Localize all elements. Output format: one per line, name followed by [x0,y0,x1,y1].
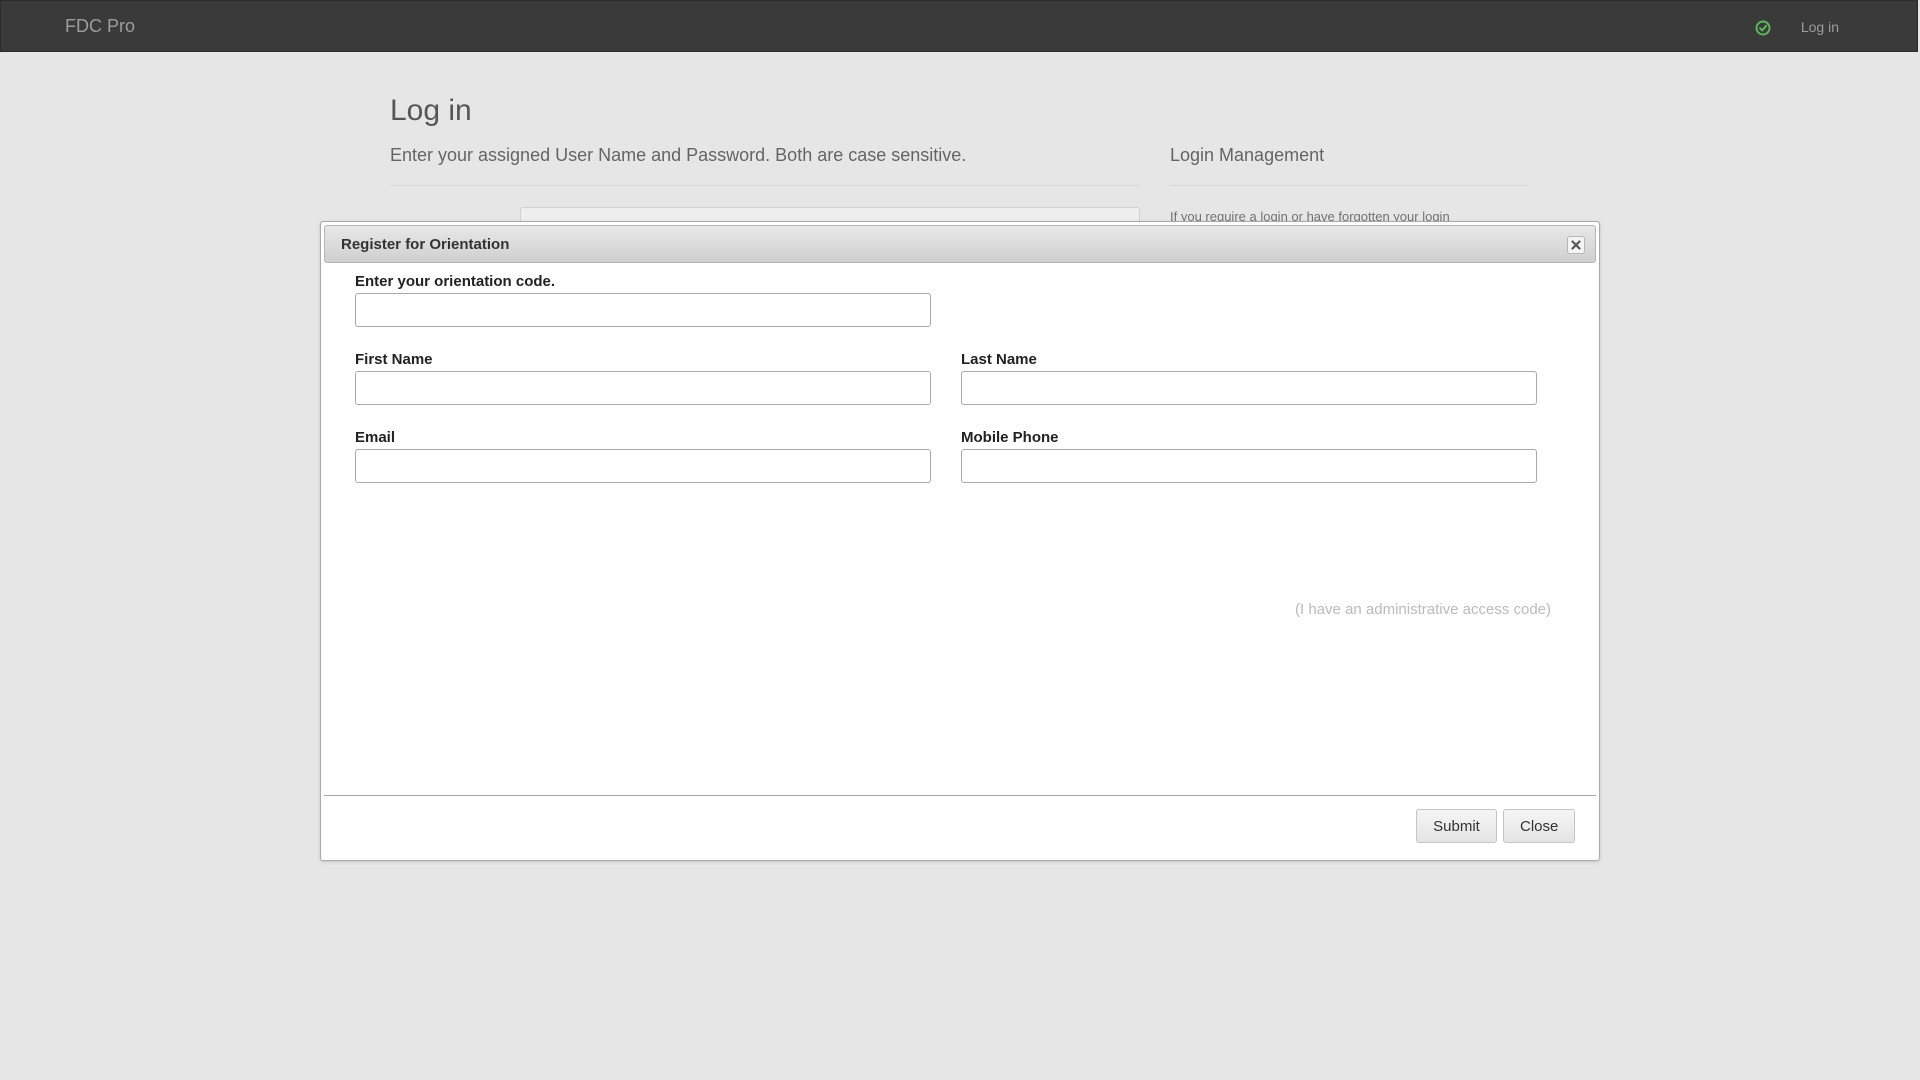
orientation-code-label: Enter your orientation code. [355,273,556,290]
nav-login-link[interactable]: Log in [1801,19,1839,35]
register-orientation-dialog: Register for Orientation Enter your orie… [320,221,1600,861]
last-name-label: Last Name [961,351,1037,368]
dialog-footer-divider [324,795,1596,796]
close-icon [1571,240,1581,250]
first-name-label: First Name [355,351,433,368]
email-label: Email [355,429,396,446]
top-navbar: FDC Pro Log in [0,0,1918,52]
login-management-heading: Login Management [1170,145,1325,165]
last-name-input[interactable] [961,371,1537,405]
divider [1170,185,1528,186]
orientation-code-input[interactable] [355,293,931,327]
dialog-titlebar[interactable]: Register for Orientation [324,225,1596,263]
first-name-input[interactable] [355,371,931,405]
navbar-right: Log in [1755,18,1839,36]
close-button[interactable]: Close [1503,809,1575,843]
divider [390,185,1140,186]
email-input[interactable] [355,449,931,483]
dialog-title: Register for Orientation [341,236,510,253]
mobile-phone-label: Mobile Phone [961,429,1059,446]
page-subtitle: Enter your assigned User Name and Passwo… [390,145,967,165]
mobile-phone-input[interactable] [961,449,1537,483]
submit-button[interactable]: Submit [1416,809,1497,843]
brand-logo-text[interactable]: FDC Pro [65,16,135,37]
admin-access-code-link[interactable]: (I have an administrative access code) [1295,601,1551,618]
check-circle-icon [1755,20,1771,36]
dialog-close-button[interactable] [1567,236,1585,254]
page-title: Log in [390,94,472,127]
